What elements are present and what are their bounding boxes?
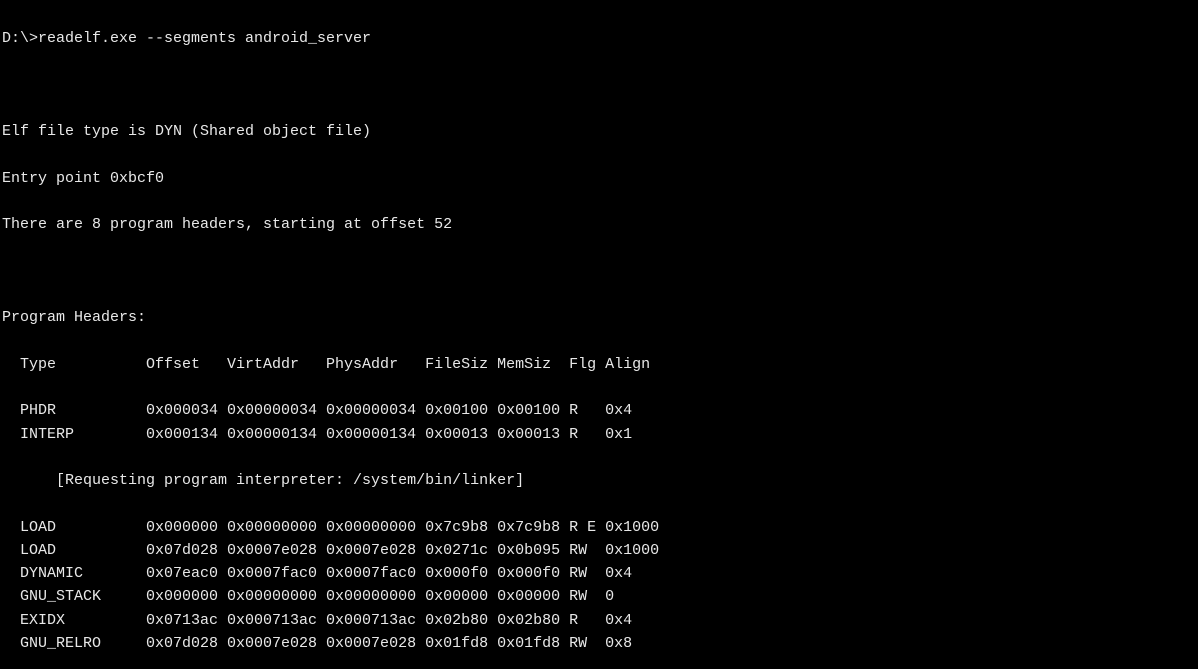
terminal-output: D:\>readelf.exe --segments android_serve… xyxy=(0,0,1198,669)
program-header-row: LOAD 0x07d028 0x0007e028 0x0007e028 0x02… xyxy=(2,539,1196,562)
program-header-row: DYNAMIC 0x07eac0 0x0007fac0 0x0007fac0 0… xyxy=(2,562,1196,585)
program-header-row: LOAD 0x000000 0x00000000 0x00000000 0x7c… xyxy=(2,516,1196,539)
program-header-row: GNU_RELRO 0x07d028 0x0007e028 0x0007e028… xyxy=(2,632,1196,655)
program-header-row: INTERP 0x000134 0x00000134 0x00000134 0x… xyxy=(2,423,1196,446)
command-prompt-line: D:\>readelf.exe --segments android_serve… xyxy=(2,27,1196,50)
program-header-row: PHDR 0x000034 0x00000034 0x00000034 0x00… xyxy=(2,399,1196,422)
program-header-row: EXIDX 0x0713ac 0x000713ac 0x000713ac 0x0… xyxy=(2,609,1196,632)
blank-line xyxy=(2,260,1196,283)
entry-point-line: Entry point 0xbcf0 xyxy=(2,167,1196,190)
header-count-line: There are 8 program headers, starting at… xyxy=(2,213,1196,236)
file-type-line: Elf file type is DYN (Shared object file… xyxy=(2,120,1196,143)
interp-note-line: [Requesting program interpreter: /system… xyxy=(2,469,1196,492)
program-headers-columns: Type Offset VirtAddr PhysAddr FileSiz Me… xyxy=(2,353,1196,376)
blank-line xyxy=(2,74,1196,97)
program-headers-title: Program Headers: xyxy=(2,306,1196,329)
program-header-row: GNU_STACK 0x000000 0x00000000 0x00000000… xyxy=(2,585,1196,608)
